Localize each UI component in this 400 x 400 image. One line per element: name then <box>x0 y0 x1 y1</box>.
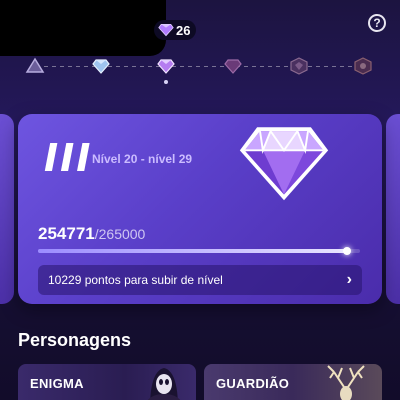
amethyst-tier-icon[interactable] <box>155 56 177 76</box>
gem-counter[interactable]: 26 <box>154 20 197 40</box>
points-current: 254771 <box>38 224 95 243</box>
characters-section-title: Personagens <box>18 330 132 350</box>
next-tier-card[interactable] <box>386 114 400 304</box>
amethyst-gem-icon <box>239 127 329 201</box>
points-readout: 254771/265000 <box>38 224 145 244</box>
previous-tier-card[interactable] <box>0 114 14 304</box>
ruby-tier-icon[interactable] <box>222 56 244 76</box>
silver-tier-icon[interactable] <box>90 56 112 76</box>
help-button[interactable]: ? <box>368 14 386 32</box>
gem-icon <box>158 24 174 37</box>
level-progress-bar <box>38 247 360 255</box>
next-level-row[interactable]: 10229 pontos para subir de nível › <box>38 265 362 295</box>
hooded-figure-icon <box>147 368 181 400</box>
points-total: /265000 <box>94 226 146 242</box>
character-card-enigma[interactable]: ENIGMA <box>18 364 196 400</box>
tier-numeral: III <box>44 136 93 180</box>
character-name: GUARDIÃO <box>216 376 290 391</box>
level-progress-fill <box>38 249 348 253</box>
character-card-guardiao[interactable]: GUARDIÃO <box>204 364 382 400</box>
help-icon: ? <box>373 16 381 30</box>
current-tier-indicator <box>164 80 168 84</box>
crown-tier-icon[interactable] <box>352 56 374 76</box>
level-progress-knob <box>343 247 352 255</box>
level-card: III Nível 20 - nível 29 254771/265000 10… <box>18 114 382 304</box>
tier-track <box>0 50 400 86</box>
tier-track-line <box>36 66 364 67</box>
redacted-profile-area <box>0 0 166 56</box>
emblem-tier-icon[interactable] <box>288 56 310 76</box>
chevron-right-icon: › <box>346 271 352 288</box>
bronze-tier-icon[interactable] <box>24 56 46 76</box>
top-bar: 26 ? <box>0 0 400 56</box>
antlered-guardian-icon <box>327 365 365 400</box>
gem-count-value: 26 <box>176 22 191 38</box>
level-range: Nível 20 - nível 29 <box>92 152 193 166</box>
character-name: ENIGMA <box>30 376 84 391</box>
next-level-text: 10229 pontos para subir de nível <box>48 273 223 287</box>
